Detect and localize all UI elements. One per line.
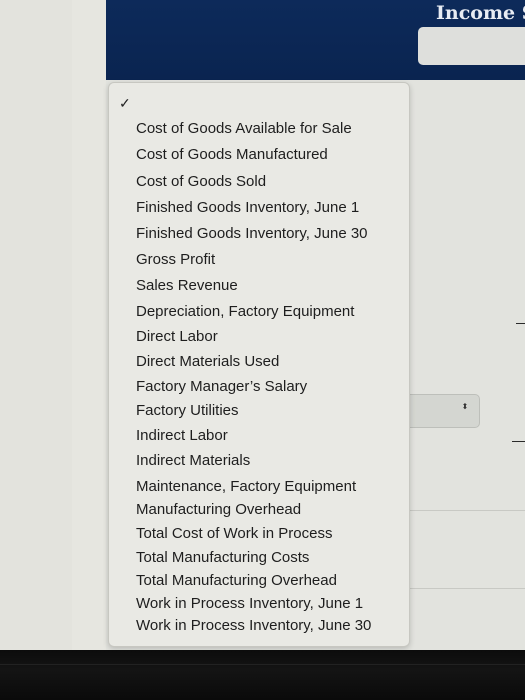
account-select[interactable]: ⬍ bbox=[402, 394, 480, 428]
bezel-edge bbox=[0, 664, 525, 665]
dropdown-option[interactable]: Direct Materials Used bbox=[136, 353, 279, 370]
dropdown-option[interactable]: Work in Process Inventory, June 1 bbox=[136, 595, 363, 612]
dropdown-option[interactable]: Total Cost of Work in Process bbox=[136, 525, 332, 542]
page-left-gutter bbox=[72, 0, 107, 650]
dropdown-option[interactable]: Cost of Goods Available for Sale bbox=[136, 120, 352, 137]
worksheet-title: Income S bbox=[436, 2, 525, 24]
dropdown-option[interactable]: Total Manufacturing Costs bbox=[136, 549, 309, 566]
dropdown-option[interactable]: Factory Utilities bbox=[136, 402, 239, 419]
dropdown-option[interactable]: Work in Process Inventory, June 30 bbox=[136, 617, 371, 634]
dropdown-option[interactable]: Depreciation, Factory Equipment bbox=[136, 303, 354, 320]
answer-underline bbox=[512, 441, 525, 442]
dropdown-option[interactable]: Sales Revenue bbox=[136, 277, 238, 294]
dropdown-option[interactable]: Factory Manager’s Salary bbox=[136, 378, 307, 395]
dropdown-option[interactable]: Direct Labor bbox=[136, 328, 218, 345]
dropdown-option[interactable]: Finished Goods Inventory, June 30 bbox=[136, 225, 368, 242]
dropdown-option[interactable]: Manufacturing Overhead bbox=[136, 501, 301, 518]
dropdown-option[interactable]: Total Manufacturing Overhead bbox=[136, 572, 337, 589]
dropdown-option[interactable]: Cost of Goods Sold bbox=[136, 173, 266, 190]
dropdown-option[interactable]: Indirect Labor bbox=[136, 427, 228, 444]
dropdown-option[interactable]: Indirect Materials bbox=[136, 452, 250, 469]
page-left-margin bbox=[0, 0, 72, 650]
dropdown-option[interactable]: Cost of Goods Manufactured bbox=[136, 146, 328, 163]
answer-underline bbox=[516, 323, 525, 324]
select-stepper-icon: ⬍ bbox=[461, 402, 469, 411]
account-dropdown-menu[interactable]: ✓ Cost of Goods Available for Sale Cost … bbox=[108, 82, 410, 647]
dropdown-option[interactable]: Finished Goods Inventory, June 1 bbox=[136, 199, 359, 216]
dropdown-option[interactable]: Maintenance, Factory Equipment bbox=[136, 478, 356, 495]
header-input-field[interactable] bbox=[418, 27, 525, 65]
monitor-bezel bbox=[0, 650, 525, 700]
dropdown-option[interactable]: Gross Profit bbox=[136, 251, 215, 268]
checkmark-icon: ✓ bbox=[119, 95, 131, 111]
